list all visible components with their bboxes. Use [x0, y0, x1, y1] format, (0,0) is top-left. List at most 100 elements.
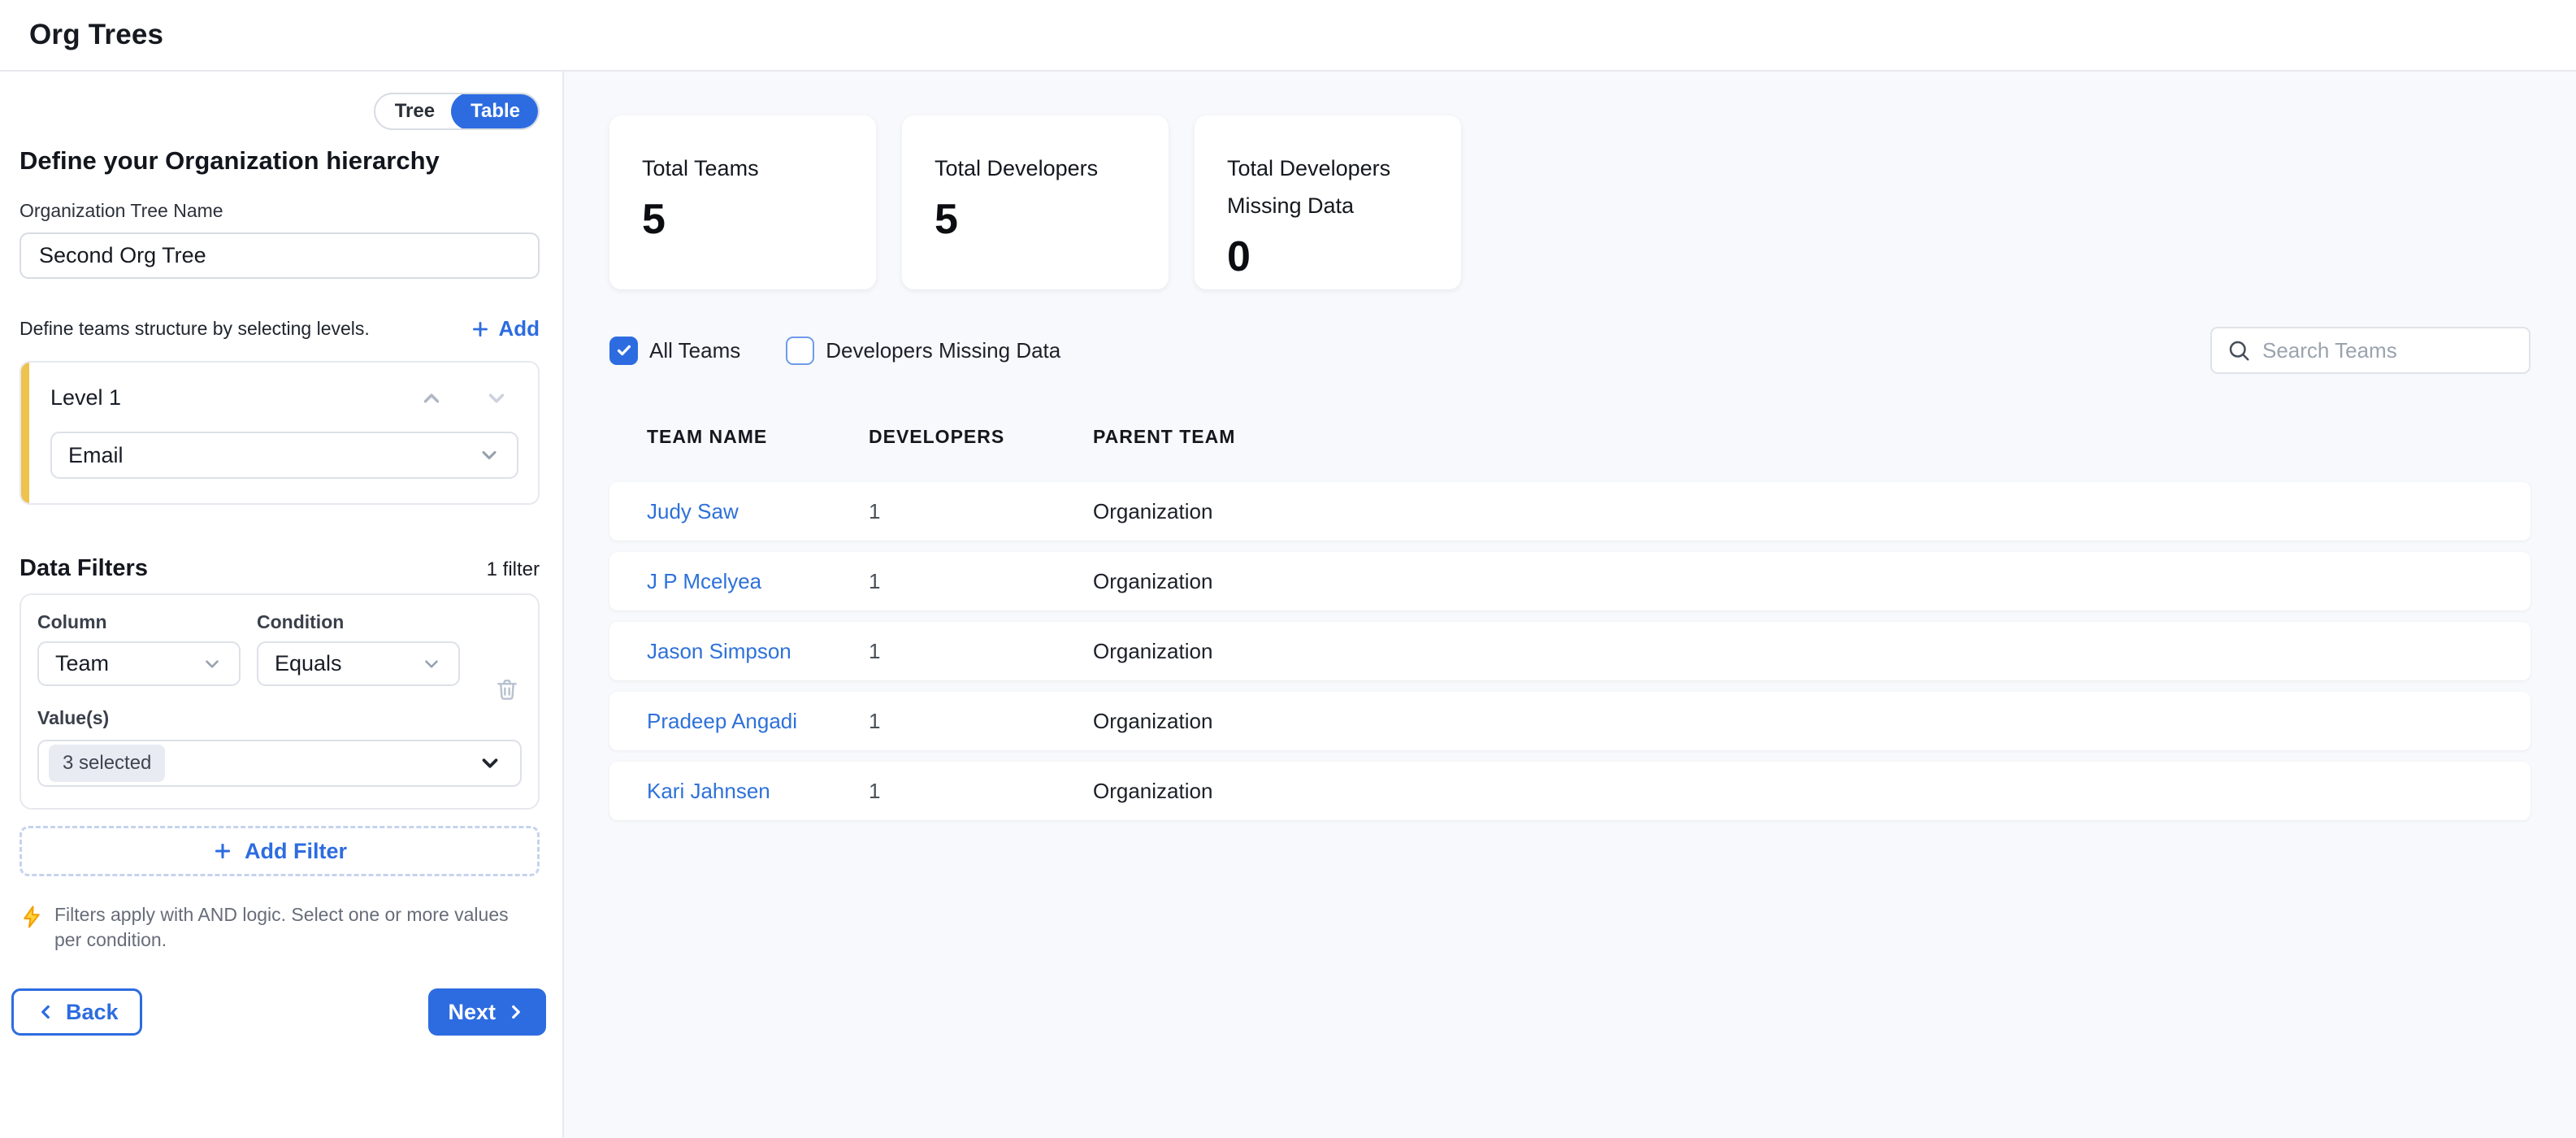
stat-card-total-teams: Total Teams 5 — [609, 115, 876, 289]
table-row[interactable]: J P Mcelyea 1 Organization — [609, 552, 2530, 610]
table-row[interactable]: Pradeep Angadi 1 Organization — [609, 692, 2530, 750]
next-label: Next — [448, 1000, 496, 1025]
stat-label: Total Developers Missing Data — [1227, 150, 1430, 224]
tree-name-input[interactable] — [20, 232, 540, 279]
chevron-down-icon — [202, 654, 223, 675]
team-name-link[interactable]: Jason Simpson — [647, 639, 869, 664]
view-toggle-row: Tree Table — [20, 93, 540, 130]
column-header-team-name: TEAM NAME — [647, 426, 869, 448]
condition-select[interactable]: Equals — [257, 641, 460, 686]
level-card: Level 1 Email — [20, 361, 540, 505]
lightning-icon — [20, 904, 44, 953]
level-title: Level 1 — [50, 385, 121, 410]
developers-missing-data-label: Developers Missing Data — [826, 338, 1060, 363]
chevron-right-icon — [505, 1001, 527, 1023]
add-level-label: Add — [498, 316, 540, 341]
values-label: Value(s) — [37, 707, 522, 729]
add-level-button[interactable]: Add — [470, 316, 540, 341]
team-developers: 1 — [869, 569, 1093, 594]
view-toggle-table[interactable]: Table — [451, 93, 540, 130]
stat-value: 5 — [935, 195, 1138, 244]
add-filter-button[interactable]: Add Filter — [20, 826, 540, 876]
table-row[interactable]: Judy Saw 1 Organization — [609, 482, 2530, 541]
chevron-up-icon — [419, 386, 444, 410]
data-filters-title: Data Filters — [20, 555, 148, 582]
structure-label: Define teams structure by selecting leve… — [20, 318, 370, 340]
team-developers: 1 — [869, 639, 1093, 664]
filter-count-badge: 1 filter — [487, 558, 540, 581]
table-controls-row: All Teams Developers Missing Data — [609, 327, 2530, 374]
table-row[interactable]: Jason Simpson 1 Organization — [609, 622, 2530, 680]
back-button[interactable]: Back — [11, 988, 142, 1036]
column-label: Column — [37, 611, 241, 633]
team-parent: Organization — [1093, 709, 2493, 734]
condition-label: Condition — [257, 611, 460, 633]
delete-filter-button[interactable] — [494, 676, 520, 702]
plus-icon — [212, 840, 233, 862]
team-parent: Organization — [1093, 499, 2493, 524]
chevron-down-icon — [478, 751, 502, 775]
tree-name-label: Organization Tree Name — [20, 200, 540, 222]
selected-count-chip: 3 selected — [49, 745, 165, 782]
stat-label: Total Teams — [642, 150, 845, 187]
developers-missing-data-checkbox[interactable] — [786, 337, 814, 365]
developers-missing-data-filter[interactable]: Developers Missing Data — [786, 337, 1060, 365]
column-header-parent-team: PARENT TEAM — [1093, 426, 2493, 448]
stat-value: 0 — [1227, 232, 1430, 281]
checkmark-icon — [791, 341, 809, 359]
plus-icon — [470, 319, 491, 340]
chevron-left-icon — [35, 1001, 56, 1023]
condition-value: Equals — [275, 651, 342, 676]
view-toggle-tree[interactable]: Tree — [375, 94, 451, 128]
page-title: Org Trees — [29, 19, 163, 51]
app-header: Org Trees — [0, 0, 2576, 72]
table-row[interactable]: Kari Jahnsen 1 Organization — [609, 762, 2530, 820]
level-field-value: Email — [68, 443, 124, 468]
table-header-row: TEAM NAME DEVELOPERS PARENT TEAM — [609, 426, 2530, 448]
main-content: Total Teams 5 Total Developers 5 Total D… — [564, 72, 2576, 1138]
view-toggle: Tree Table — [374, 93, 540, 130]
team-parent: Organization — [1093, 639, 2493, 664]
chevron-down-icon — [421, 654, 442, 675]
back-label: Back — [66, 1000, 119, 1025]
team-parent: Organization — [1093, 569, 2493, 594]
hierarchy-heading: Define your Organization hierarchy — [20, 146, 540, 176]
move-level-up-button[interactable] — [419, 386, 444, 410]
values-multiselect[interactable]: 3 selected — [37, 740, 522, 787]
stat-card-missing-data: Total Developers Missing Data 0 — [1195, 115, 1461, 289]
column-value: Team — [55, 651, 109, 676]
search-teams-input[interactable] — [2262, 338, 2535, 363]
team-developers: 1 — [869, 779, 1093, 804]
team-name-link[interactable]: J P Mcelyea — [647, 569, 869, 594]
filters-note: Filters apply with AND logic. Select one… — [54, 902, 514, 953]
trash-icon — [494, 676, 520, 702]
all-teams-filter[interactable]: All Teams — [609, 337, 740, 365]
team-developers: 1 — [869, 709, 1093, 734]
sidebar: Tree Table Define your Organization hier… — [0, 72, 564, 1138]
stat-label: Total Developers — [935, 150, 1138, 187]
team-developers: 1 — [869, 499, 1093, 524]
column-select[interactable]: Team — [37, 641, 241, 686]
search-icon — [2227, 338, 2251, 363]
all-teams-label: All Teams — [649, 338, 740, 363]
team-name-link[interactable]: Kari Jahnsen — [647, 779, 869, 804]
stats-row: Total Teams 5 Total Developers 5 Total D… — [609, 115, 2530, 289]
chevron-down-icon — [484, 386, 509, 410]
checkmark-icon — [615, 341, 633, 359]
teams-table: TEAM NAME DEVELOPERS PARENT TEAM Judy Sa… — [609, 426, 2530, 820]
filter-card: Column Team Condition Equals — [20, 593, 540, 810]
table-body: Judy Saw 1 Organization J P Mcelyea 1 Or… — [609, 482, 2530, 820]
chevron-down-icon — [478, 444, 501, 467]
stat-value: 5 — [642, 195, 845, 244]
team-name-link[interactable]: Pradeep Angadi — [647, 709, 869, 734]
team-name-link[interactable]: Judy Saw — [647, 499, 869, 524]
level-field-select[interactable]: Email — [50, 432, 518, 479]
column-header-developers: DEVELOPERS — [869, 426, 1093, 448]
add-filter-label: Add Filter — [245, 839, 347, 864]
team-parent: Organization — [1093, 779, 2493, 804]
search-teams-box — [2210, 327, 2530, 374]
all-teams-checkbox[interactable] — [609, 337, 638, 365]
next-button[interactable]: Next — [428, 988, 546, 1036]
move-level-down-button[interactable] — [484, 386, 509, 410]
stat-card-total-developers: Total Developers 5 — [902, 115, 1169, 289]
